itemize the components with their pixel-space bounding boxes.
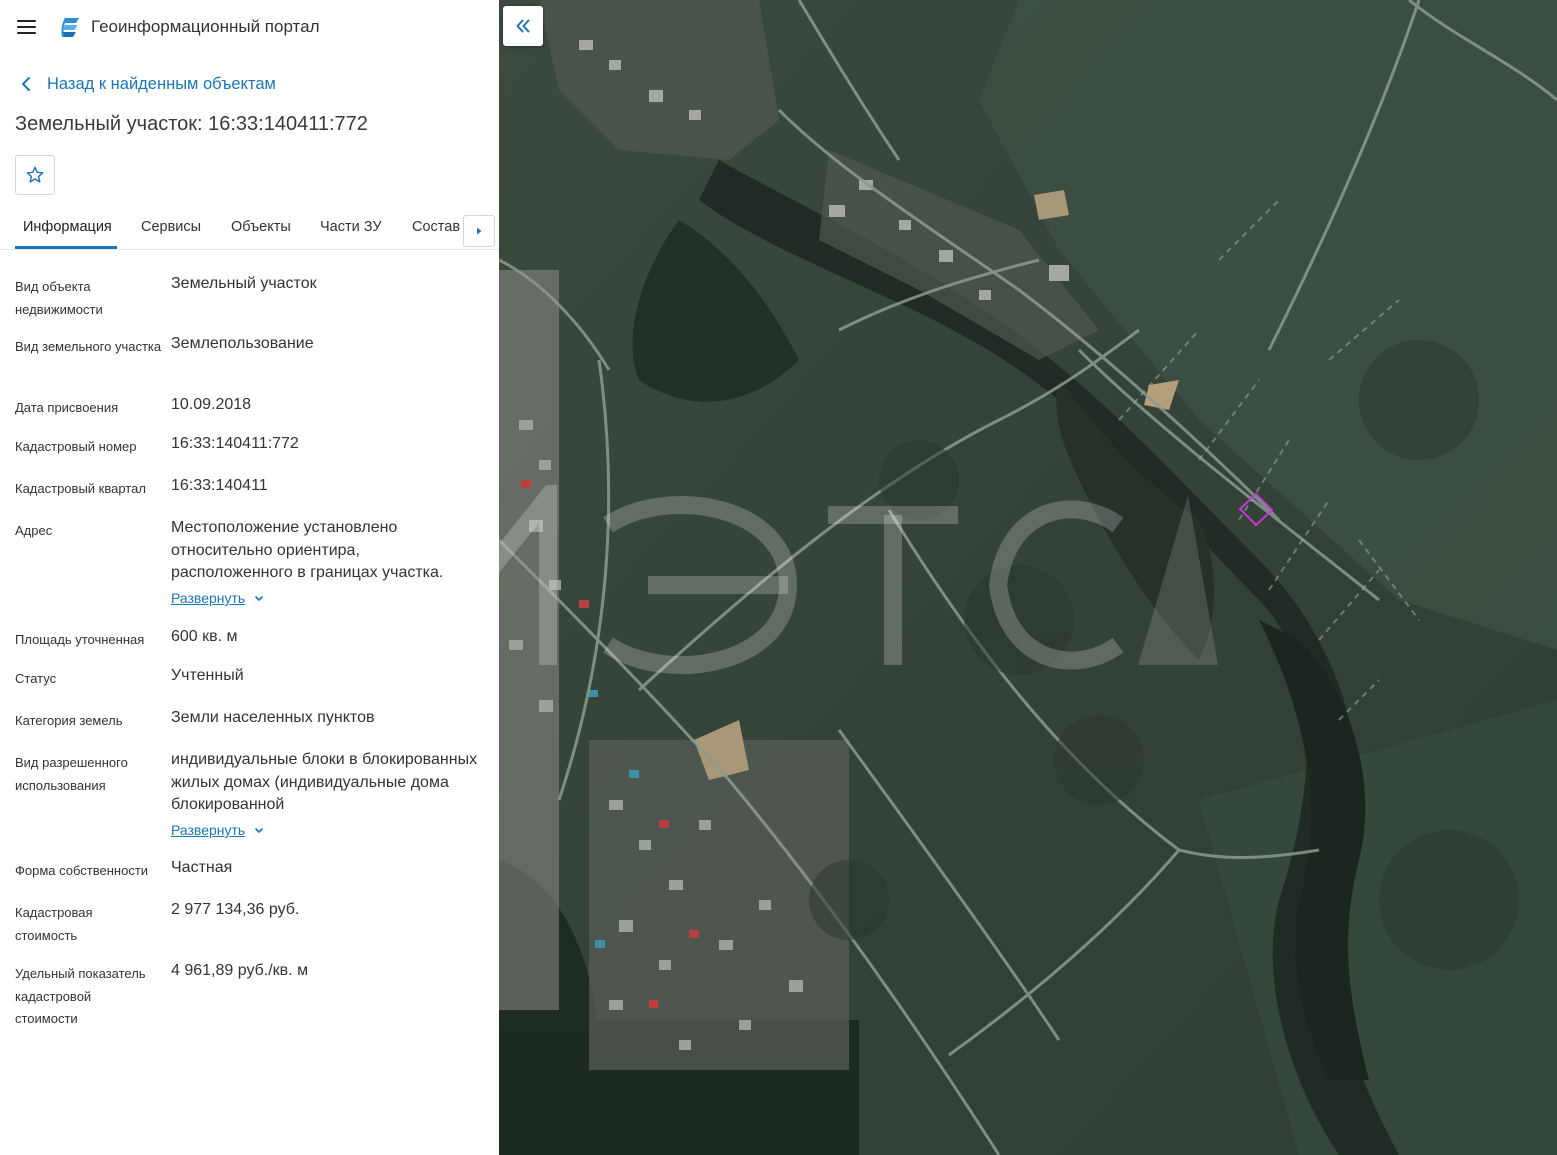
- portal-logo-icon: [61, 17, 79, 38]
- map-view[interactable]: [499, 0, 1557, 1155]
- info-value: 4 961,89 руб./кв. м: [171, 962, 309, 979]
- info-value: 600 кв. м: [171, 628, 238, 645]
- info-label: Кадастровая стоимость: [15, 905, 93, 943]
- info-label: Кадастровый номер: [15, 439, 137, 454]
- portal-title: Геоинформационный портал: [91, 17, 320, 36]
- info-label: Площадь уточненная: [15, 632, 145, 647]
- info-label: Вид земельного участка: [15, 339, 162, 354]
- info-label: Удельный показатель кадастровой стоимост…: [15, 966, 146, 1026]
- top-bar: Геоинформационный портал: [0, 0, 499, 54]
- favorite-button[interactable]: [15, 155, 55, 195]
- chevron-down-icon: [255, 827, 264, 834]
- back-to-results-link[interactable]: Назад к найденным объектам: [15, 72, 276, 96]
- tabs-scroll-right-button[interactable]: [463, 215, 495, 247]
- info-value: 2 977 134,36 руб.: [171, 901, 300, 918]
- info-value: 16:33:140411:772: [171, 435, 299, 452]
- collapse-panel-button[interactable]: [503, 6, 543, 46]
- info-label: Адрес: [15, 523, 53, 538]
- star-icon: [26, 166, 44, 183]
- info-value: Учтенный: [171, 667, 244, 684]
- info-label: Вид разрешенного использования: [15, 755, 128, 793]
- tab-parcel-parts[interactable]: Части ЗУ: [320, 219, 382, 235]
- info-panel: Геоинформационный портал Назад к найденн…: [0, 0, 499, 1155]
- info-value: 10.09.2018: [171, 396, 252, 413]
- chevron-down-icon: [255, 595, 264, 602]
- active-tab-indicator: [15, 246, 117, 249]
- expand-label: Развернуть: [171, 590, 246, 606]
- tab-bar: Информация Сервисы Объекты Части ЗУ Сост…: [0, 208, 499, 250]
- page-title: Земельный участок: 16:33:140411:772: [15, 113, 368, 135]
- tab-information[interactable]: Информация: [23, 219, 112, 235]
- info-label: Кадастровый квартал: [15, 481, 146, 496]
- permitted-use-expand-link[interactable]: Развернуть: [171, 822, 265, 838]
- info-value: индивидуальные блоки в блокированных жил…: [171, 751, 478, 813]
- address-expand-link[interactable]: Развернуть: [171, 590, 265, 606]
- back-link-label: Назад к найденным объектам: [47, 74, 276, 93]
- caret-right-icon: [477, 227, 482, 235]
- info-label: Дата присвоения: [15, 400, 119, 415]
- hamburger-menu-icon[interactable]: [14, 15, 40, 39]
- double-chevron-left-icon: [516, 19, 530, 33]
- info-value: Частная: [171, 859, 233, 876]
- info-value: Земельный участок: [171, 275, 317, 292]
- chevron-left-icon: [22, 77, 30, 91]
- info-label: Форма собственности: [15, 863, 149, 878]
- info-value: Земли населенных пунктов: [171, 709, 375, 726]
- info-label: Категория земель: [15, 713, 123, 728]
- info-value: Землепользование: [171, 335, 314, 352]
- tab-composition[interactable]: Состав: [412, 219, 460, 235]
- info-label: Вид объекта недвижимости: [15, 279, 103, 317]
- expand-label: Развернуть: [171, 822, 246, 838]
- tab-objects[interactable]: Объекты: [231, 219, 291, 235]
- info-value: Местоположение установлено относительно …: [171, 519, 444, 581]
- info-label: Статус: [15, 671, 57, 686]
- satellite-imagery[interactable]: [499, 0, 1557, 1155]
- info-value: 16:33:140411: [171, 477, 268, 494]
- tab-services[interactable]: Сервисы: [141, 219, 201, 235]
